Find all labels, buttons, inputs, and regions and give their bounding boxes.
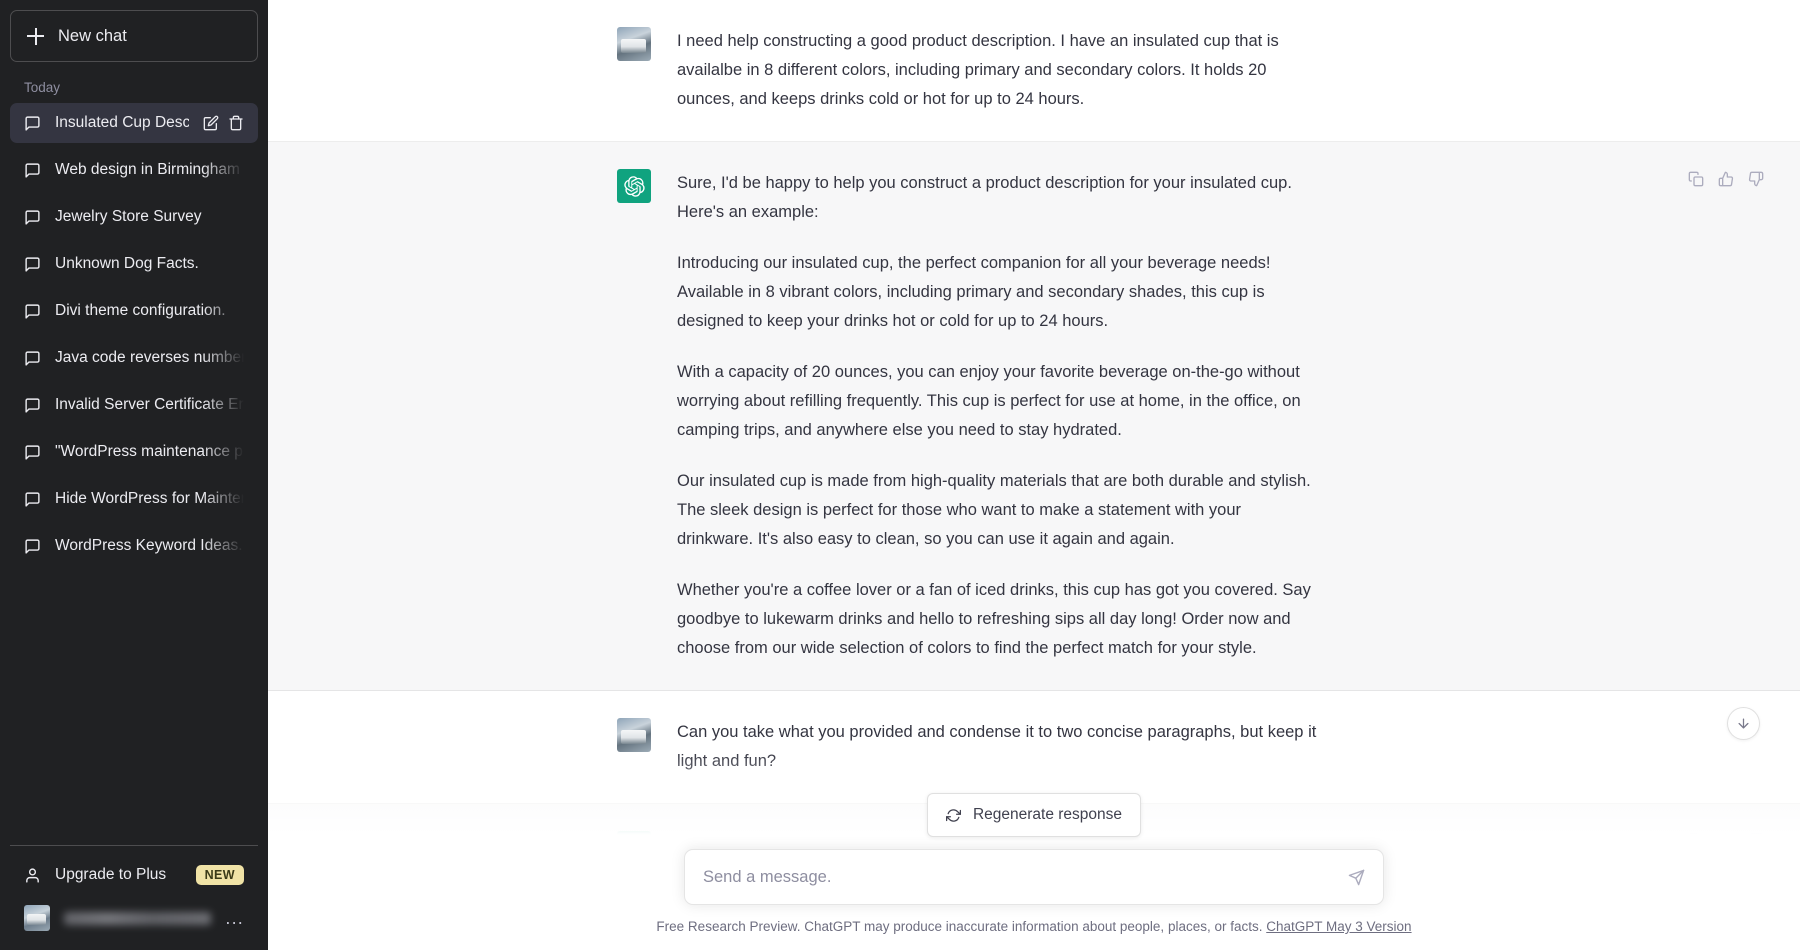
send-paper-plane-icon [1348,869,1364,885]
account-options-icon[interactable]: ... [225,909,244,927]
avatar [617,718,651,752]
account-row[interactable]: ... [10,896,258,940]
message-user-1: I need help constructing a good product … [268,0,1800,142]
sidebar-chat-label: Invalid Server Certificate Error [55,396,244,413]
plus-icon [27,27,44,45]
chat-bubble-icon [25,491,40,507]
sidebar-chat-item-8[interactable]: Hide WordPress for Maintenan [10,479,258,519]
chat-bubble-icon [25,397,40,413]
regenerate-row: Regenerate response [268,793,1800,837]
sidebar-chat-label: Hide WordPress for Maintenan [55,490,244,507]
message-body: Sure, I'd be happy to help you construct… [677,169,1317,663]
sidebar: New chat Today Insulated Cup Descripti W… [0,0,268,950]
message-paragraph: Sure, I'd be happy to help you construct… [677,174,1292,221]
version-link[interactable]: ChatGPT May 3 Version [1266,919,1411,934]
sidebar-chat-item-5[interactable]: Java code reverses numbers. [10,338,258,378]
sidebar-footer: Upgrade to Plus NEW ... [10,845,258,950]
chat-item-actions [203,115,244,131]
chat-bubble-icon [25,209,40,225]
regenerate-response-button[interactable]: Regenerate response [926,793,1142,837]
new-chat-label: New chat [58,26,127,45]
thumbs-down-icon[interactable] [1745,168,1767,190]
message-paragraph: Whether you're a coffee lover or a fan o… [677,581,1311,657]
sidebar-chat-label: Web design in Birmingham [55,161,240,178]
sidebar-chat-label: "WordPress maintenance plugi [55,443,244,460]
sidebar-chat-item-7[interactable]: "WordPress maintenance plugi [10,432,258,472]
message-paragraph: Introducing our insulated cup, the perfe… [677,254,1271,330]
chat-bubble-icon [25,444,40,460]
sidebar-chat-label: Jewelry Store Survey [55,208,202,225]
sidebar-chat-item-2[interactable]: Jewelry Store Survey [10,197,258,237]
sidebar-chat-label: Java code reverses numbers. [55,349,244,366]
thumbs-up-icon[interactable] [1715,168,1737,190]
arrow-down-icon [1738,718,1749,729]
sidebar-chat-label: Insulated Cup Descripti [55,114,189,131]
sidebar-chat-label: Divi theme configuration. [55,302,226,319]
refresh-icon [945,808,961,822]
new-chat-button[interactable]: New chat [10,10,258,62]
message-paragraph: I need help constructing a good product … [677,32,1279,108]
footer-text: Free Research Preview. ChatGPT may produ… [656,919,1263,934]
chatgpt-logo-icon [617,169,651,203]
chatgpt-app: New chat Today Insulated Cup Descripti W… [0,0,1800,950]
message-composer[interactable] [684,849,1384,905]
chat-bubble-icon [25,256,40,272]
chat-bubble-icon [25,538,40,554]
chat-history-list: Insulated Cup Descripti Web design in Bi… [10,103,258,845]
scroll-to-bottom-button[interactable] [1727,707,1760,740]
history-section-label: Today [24,80,61,95]
chat-bubble-icon [25,350,40,366]
avatar [24,905,50,931]
message-body: I need help constructing a good product … [677,27,1317,114]
chat-bubble-icon [25,303,40,319]
message-action-bar [1685,168,1767,190]
main-panel: I need help constructing a good product … [268,0,1800,950]
message-assistant-1: Sure, I'd be happy to help you construct… [268,142,1800,691]
sidebar-chat-item-3[interactable]: Unknown Dog Facts. [10,244,258,284]
upgrade-to-plus-button[interactable]: Upgrade to Plus NEW [10,854,258,896]
new-badge: NEW [195,865,244,885]
chat-bubble-icon [25,115,40,131]
chat-bubble-icon [25,162,40,178]
message-input[interactable] [703,867,1331,887]
sidebar-chat-item-4[interactable]: Divi theme configuration. [10,291,258,331]
message-paragraph: Our insulated cup is made from high-qual… [677,472,1311,548]
sidebar-chat-item-0[interactable]: Insulated Cup Descripti [10,103,258,143]
upgrade-label: Upgrade to Plus [55,866,167,883]
message-paragraph: With a capacity of 20 ounces, you can en… [677,363,1301,439]
delete-trash-icon[interactable] [228,115,244,131]
sidebar-chat-item-6[interactable]: Invalid Server Certificate Error [10,385,258,425]
sidebar-chat-label: WordPress Keyword Ideas. [55,537,243,554]
footer-disclaimer: Free Research Preview. ChatGPT may produ… [268,905,1800,950]
person-icon [26,867,39,883]
edit-pencil-icon[interactable] [203,115,219,131]
send-button[interactable] [1343,864,1369,890]
sidebar-chat-item-9[interactable]: WordPress Keyword Ideas. [10,526,258,566]
composer-area: Regenerate response Free Research Previe… [268,751,1800,950]
sidebar-chat-item-1[interactable]: Web design in Birmingham [10,150,258,190]
account-name-redacted [64,911,212,925]
copy-icon[interactable] [1685,168,1707,190]
avatar [617,27,651,61]
sidebar-chat-label: Unknown Dog Facts. [55,255,199,272]
regenerate-label: Regenerate response [972,806,1123,823]
